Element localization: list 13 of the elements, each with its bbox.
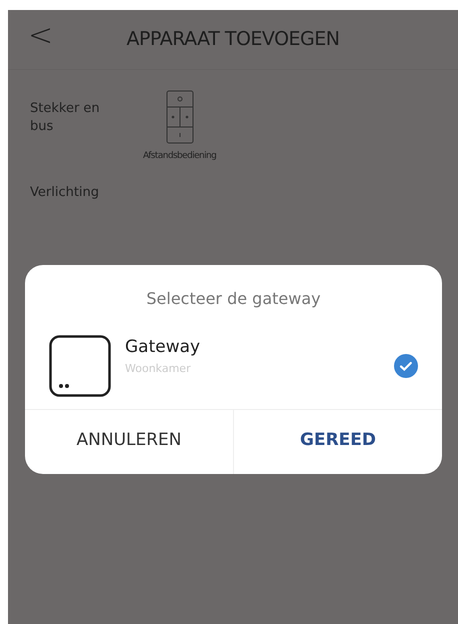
page-title: APPARAAT TOEVOEGEN <box>126 27 340 52</box>
dialog-title: Selecteer de gateway <box>145 288 322 310</box>
category-item[interactable]: Verlichting <box>30 184 100 202</box>
device-label: Afstandsbediening <box>143 150 216 163</box>
back-button[interactable]: < <box>24 16 58 56</box>
check-icon[interactable] <box>394 354 418 378</box>
done-button[interactable]: GEREED <box>233 410 442 474</box>
cancel-button[interactable]: ANNULEREN <box>25 410 233 474</box>
gateway-device-icon <box>49 335 111 397</box>
remote-control-icon <box>166 90 194 144</box>
category-item[interactable]: Stekker en bus <box>30 100 100 136</box>
gateway-name: Gateway <box>125 336 202 359</box>
device-tile[interactable]: Afstandsbediening <box>143 90 216 164</box>
